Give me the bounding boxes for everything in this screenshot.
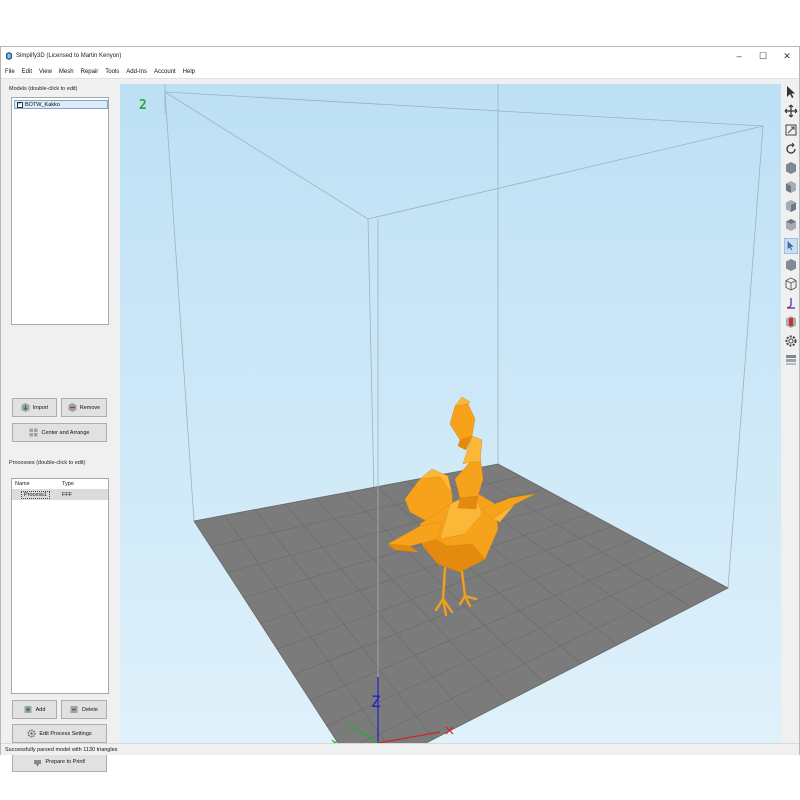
- axis-z-label: Z: [371, 692, 381, 711]
- remove-label: Remove: [79, 404, 101, 411]
- app-logo-icon: [6, 52, 12, 60]
- column-type-header[interactable]: Type: [62, 481, 74, 487]
- center-and-arrange-label: Center and Arrange: [41, 429, 90, 436]
- edit-process-settings-label: Edit Process Settings: [39, 730, 92, 737]
- view-side-icon: [786, 200, 796, 212]
- cube-solid-icon: [786, 259, 796, 271]
- process-name: Process1: [21, 491, 50, 499]
- tool-axis[interactable]: [784, 295, 798, 311]
- column-name-header[interactable]: Name: [15, 481, 30, 487]
- view-default-icon: [786, 162, 796, 174]
- tool-rotate[interactable]: [784, 141, 798, 157]
- import-button[interactable]: Import: [12, 398, 57, 417]
- tool-settings-gear[interactable]: [784, 333, 798, 349]
- tool-layer[interactable]: [784, 352, 798, 368]
- edit-process-settings-button[interactable]: Edit Process Settings: [12, 724, 107, 743]
- title-bar: Simplify3D (Licensed to Martin Kenyon) –…: [1, 47, 799, 65]
- tool-view-front[interactable]: [784, 179, 798, 195]
- prepare-to-print-button[interactable]: Prepare to Print!: [12, 752, 107, 772]
- menu-tools[interactable]: Tools: [105, 69, 119, 75]
- tool-cursor[interactable]: [784, 84, 798, 100]
- close-button[interactable]: ✕: [775, 47, 799, 65]
- center-and-arrange-button[interactable]: Center and Arrange: [12, 423, 107, 442]
- view-front-icon: [786, 181, 796, 193]
- model-item[interactable]: ✓ BOTW_Kakko: [14, 100, 108, 109]
- process-row[interactable]: Process1 FFF: [12, 490, 108, 500]
- menu-repair[interactable]: Repair: [81, 69, 99, 75]
- tool-select[interactable]: [784, 238, 798, 254]
- status-text: Successfully parsed model with 1130 tria…: [5, 746, 118, 753]
- tool-view-default[interactable]: [784, 160, 798, 176]
- cube-wire-icon: [785, 277, 797, 291]
- menu-account[interactable]: Account: [154, 69, 176, 75]
- menu-mesh[interactable]: Mesh: [59, 69, 74, 75]
- zoom-icon: [785, 124, 797, 136]
- processes-section-label: Processes (double-click to edit): [9, 460, 86, 466]
- process-type: FFF: [62, 492, 73, 498]
- tool-view-side[interactable]: [784, 198, 798, 214]
- add-icon: [24, 706, 32, 713]
- cursor-icon: [787, 86, 795, 98]
- menu-edit[interactable]: Edit: [22, 69, 32, 75]
- build-volume-scene: [164, 84, 764, 743]
- settings-gear-icon: [785, 335, 797, 347]
- processes-list[interactable]: Name Type Process1 FFF: [11, 478, 109, 694]
- import-icon: [21, 403, 30, 412]
- minimize-button[interactable]: –: [727, 47, 751, 65]
- status-bar: Successfully parsed model with 1130 tria…: [1, 743, 799, 755]
- app-window: Simplify3D (Licensed to Martin Kenyon) –…: [0, 46, 800, 772]
- model-visibility-checkbox[interactable]: ✓: [17, 101, 23, 108]
- delete-label: Delete: [82, 706, 98, 713]
- menu-add-ins[interactable]: Add-Ins: [126, 69, 147, 75]
- view-toolbar: [782, 84, 800, 384]
- layer-icon: [786, 355, 796, 365]
- import-label: Import: [32, 404, 49, 411]
- left-panel: Models (double-click to edit) ✓ BOTW_Kak…: [1, 80, 118, 772]
- add-process-button[interactable]: Add: [12, 700, 57, 719]
- tool-move[interactable]: [784, 103, 798, 119]
- processes-list-header: Name Type: [12, 479, 108, 490]
- settings-icon: [27, 729, 36, 738]
- menu-help[interactable]: Help: [183, 69, 195, 75]
- rotate-icon: [786, 142, 796, 154]
- window-title: Simplify3D (Licensed to Martin Kenyon): [16, 53, 122, 59]
- remove-icon: [68, 403, 77, 412]
- arrange-icon: [29, 428, 38, 437]
- menu-view[interactable]: View: [39, 69, 52, 75]
- model-name: BOTW_Kakko: [25, 101, 60, 108]
- tool-zoom[interactable]: [784, 122, 798, 138]
- print-icon: [34, 759, 42, 766]
- delete-icon: [70, 706, 78, 713]
- view-indicator: 2: [139, 98, 147, 113]
- add-label: Add: [35, 706, 46, 713]
- select-icon: [787, 240, 794, 251]
- tool-cube-solid[interactable]: [784, 257, 798, 273]
- move-icon: [784, 104, 798, 118]
- menu-file[interactable]: File: [5, 69, 15, 75]
- maximize-button[interactable]: ☐: [751, 47, 775, 65]
- remove-button[interactable]: Remove: [61, 398, 107, 417]
- tool-view-top[interactable]: [784, 217, 798, 233]
- tool-cube-wire[interactable]: [784, 276, 798, 292]
- tool-cross-section[interactable]: [784, 314, 798, 330]
- cross-section-icon: [786, 316, 796, 328]
- view-top-icon: [786, 219, 796, 231]
- 3d-viewport[interactable]: Z 2: [120, 84, 781, 743]
- delete-process-button[interactable]: Delete: [61, 700, 107, 719]
- models-section-label: Models (double-click to edit): [9, 86, 78, 92]
- models-list[interactable]: ✓ BOTW_Kakko: [11, 97, 109, 325]
- prepare-to-print-label: Prepare to Print!: [45, 759, 86, 765]
- axis-icon: [786, 298, 795, 309]
- menu-bar: File Edit View Mesh Repair Tools Add-Ins…: [1, 65, 799, 79]
